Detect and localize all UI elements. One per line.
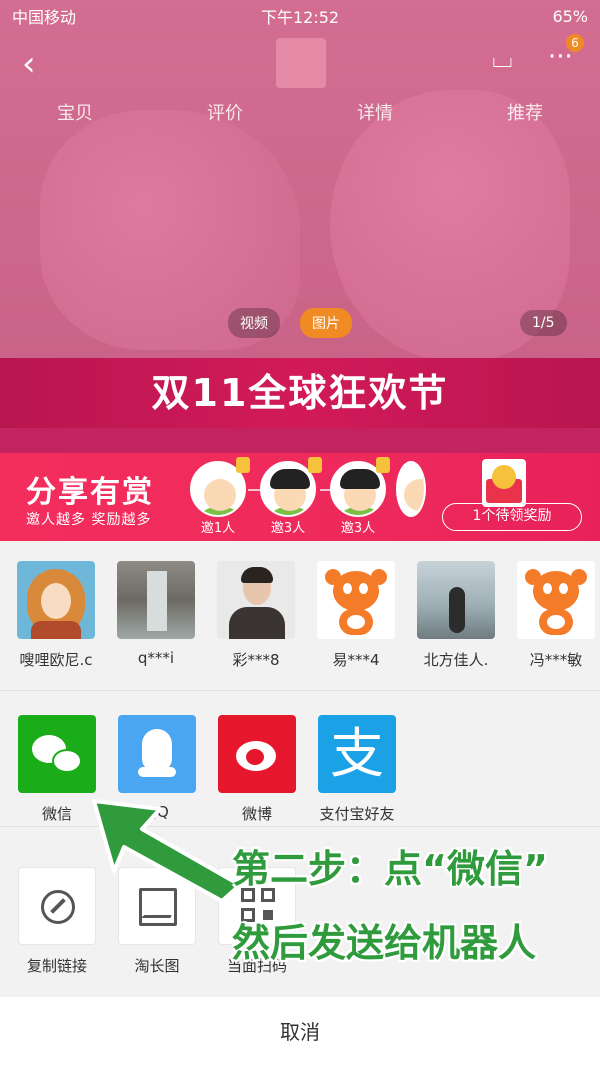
step-label: 邀1人 [200,521,236,536]
festival-banner: 双11全球狂欢节 [0,358,600,428]
red-envelope-icon [482,459,526,507]
tab-recommend[interactable]: 推荐 [507,99,543,125]
product-tabs: 宝贝 评价 详情 推荐 [0,92,600,132]
tab-reviews[interactable]: 评价 [207,99,243,125]
coin-icon [376,457,390,473]
nav-bar: ‹ ⌴ ··· 6 [0,32,600,92]
alipay-icon: 支 [318,715,396,793]
contact-avatar [517,561,595,639]
contact-avatar [417,561,495,639]
qq-icon [118,715,196,793]
wechat-icon [18,715,96,793]
contact-name: 北方佳人. [423,651,489,669]
contact-avatar [17,561,95,639]
contact-avatar [317,561,395,639]
share-alipay-button[interactable]: 支 支付宝好友 [312,715,402,824]
contact-item[interactable]: 北方佳人. [413,561,499,670]
instruction-line-2: 然后发送给机器人 [232,921,537,965]
reward-subtitle: 邀人越多 奖励越多 [26,512,152,528]
step-label: 邀3人 [270,521,306,536]
contact-item[interactable]: q***i [113,561,199,667]
instruction-line-1: 第二步：点“微信” [232,847,548,891]
image-toggle[interactable]: 图片 [300,308,352,338]
tool-label: 复制链接 [26,957,87,975]
contact-name: 易***4 [332,651,380,669]
contact-name: 冯***敏 [529,651,583,669]
media-toggle: 视频 图片 [228,308,352,338]
contact-name: q***i [137,649,175,667]
contact-item[interactable]: 嗖哩欧尼.c [13,561,99,670]
share-app-label: 支付宝好友 [319,805,395,823]
contact-avatar [117,561,195,639]
contact-name: 嗖哩欧尼.c [19,651,93,669]
cancel-button[interactable]: 取消 [0,997,600,1067]
product-page-background: 中国移动 下午12:52 65% ‹ ⌴ ··· 6 宝贝 评价 详情 推荐 视… [0,0,600,460]
tool-label: 淘长图 [134,957,180,975]
claim-reward-button[interactable]: 1个待领奖励 [442,503,582,531]
tab-details[interactable]: 详情 [357,99,393,125]
share-reward-banner[interactable]: 分享有赏 邀人越多 奖励越多 邀1人 邀3人 邀3人 1个待领奖励 [0,453,600,541]
reward-title: 分享有赏 [26,475,154,510]
status-bar: 中国移动 下午12:52 65% [0,0,600,32]
share-wechat-button[interactable]: 微信 [12,715,102,824]
share-app-label: 微信 [41,805,72,823]
contact-item[interactable]: 易***4 [313,561,399,670]
cart-icon[interactable]: ⌴ [492,44,513,75]
coin-icon [308,457,322,473]
step-label: 邀3人 [340,521,376,536]
cart-badge: 6 [566,34,584,52]
copy-link-button[interactable]: 复制链接 [12,867,102,976]
video-toggle[interactable]: 视频 [228,308,280,338]
contact-name: 彩***8 [232,651,280,669]
contact-avatar [217,561,295,639]
invite-avatar [396,461,426,517]
coin-icon [236,457,250,473]
instruction-arrow-icon [92,799,242,903]
image-counter: 1/5 [520,310,567,336]
back-arrow-icon[interactable]: ‹ [22,44,36,84]
shop-logo [276,38,326,88]
recent-contacts-row: 嗖哩欧尼.c q***i 彩***8 易***4 北方佳人. 冯***敏 [0,541,600,691]
link-icon [18,867,96,945]
step-connector [248,489,260,491]
tab-baby[interactable]: 宝贝 [57,99,93,125]
contact-item[interactable]: 彩***8 [213,561,299,670]
weibo-icon [218,715,296,793]
contact-item[interactable]: 冯***敏 [513,561,599,670]
clock: 下午12:52 [260,8,340,27]
